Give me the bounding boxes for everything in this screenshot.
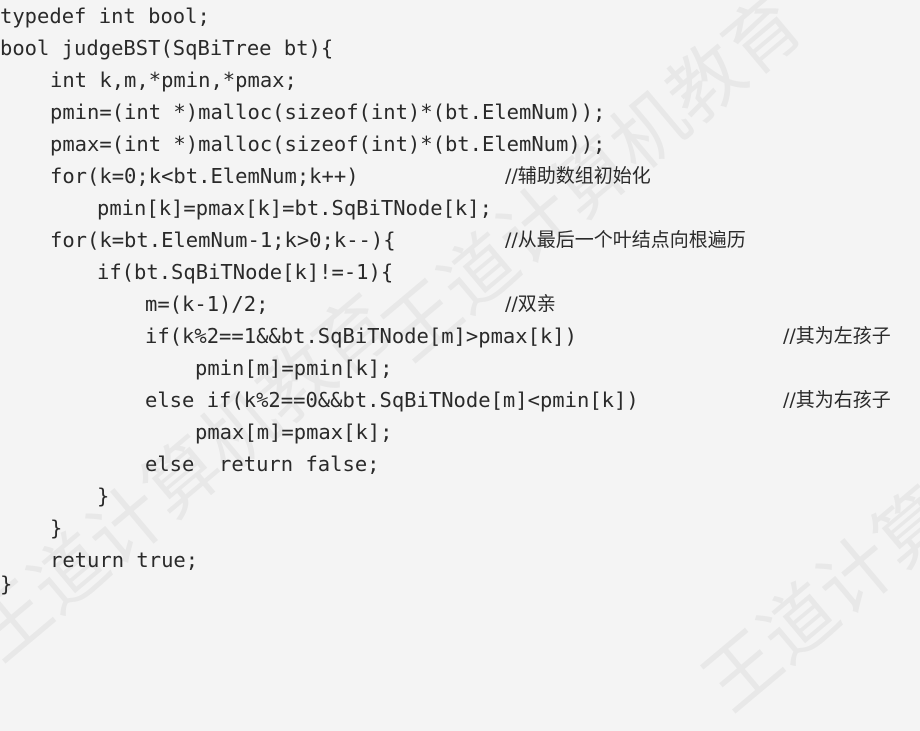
code-text: pmax[m]=pmax[k];	[195, 420, 393, 444]
code-line: pmin=(int *)malloc(sizeof(int)*(bt.ElemN…	[0, 96, 920, 128]
code-text: if(k%2==1&&bt.SqBiTNode[m]>pmax[k])	[145, 324, 577, 348]
code-line: pmax[m]=pmax[k];	[0, 416, 920, 448]
code-text: pmin[k]=pmax[k]=bt.SqBiTNode[k];	[97, 196, 492, 220]
code-text: pmax=(int *)malloc(sizeof(int)*(bt.ElemN…	[50, 132, 606, 156]
code-line: m=(k-1)/2; //双亲	[0, 288, 920, 320]
code-comment: //其为右孩子	[783, 389, 891, 411]
code-line: for(k=bt.ElemNum-1;k>0;k--){ //从最后一个叶结点向…	[0, 224, 920, 256]
code-text: }	[97, 484, 110, 508]
code-text: for(k=0;k<bt.ElemNum;k++)	[50, 164, 359, 188]
code-comment: //其为左孩子	[783, 325, 891, 347]
code-text: else if(k%2==0&&bt.SqBiTNode[m]<pmin[k])	[145, 388, 639, 412]
code-text: m=(k-1)/2;	[145, 292, 269, 316]
code-line: for(k=0;k<bt.ElemNum;k++) //辅助数组初始化	[0, 160, 920, 192]
code-text: bool judgeBST(SqBiTree bt){	[0, 36, 334, 60]
code-comment: //从最后一个叶结点向根遍历	[505, 229, 746, 251]
code-text: }	[0, 572, 13, 596]
code-line: else if(k%2==0&&bt.SqBiTNode[m]<pmin[k])…	[0, 384, 920, 416]
code-line: }	[0, 480, 920, 512]
code-line: }	[0, 568, 920, 600]
code-line: bool judgeBST(SqBiTree bt){	[0, 32, 920, 64]
code-line: int k,m,*pmin,*pmax;	[0, 64, 920, 96]
code-text: pmin=(int *)malloc(sizeof(int)*(bt.ElemN…	[50, 100, 606, 124]
code-text: typedef int bool;	[0, 4, 210, 28]
code-line: if(bt.SqBiTNode[k]!=-1){	[0, 256, 920, 288]
code-line: pmin[k]=pmax[k]=bt.SqBiTNode[k];	[0, 192, 920, 224]
code-text: }	[50, 516, 63, 540]
code-line: if(k%2==1&&bt.SqBiTNode[m]>pmax[k]) //其为…	[0, 320, 920, 352]
code-comment: //双亲	[505, 293, 556, 315]
code-text: else return false;	[145, 452, 380, 476]
code-line: else return false;	[0, 448, 920, 480]
code-line: typedef int bool;	[0, 0, 920, 32]
code-text: for(k=bt.ElemNum-1;k>0;k--){	[50, 228, 396, 252]
code-line: pmax=(int *)malloc(sizeof(int)*(bt.ElemN…	[0, 128, 920, 160]
code-line: }	[0, 512, 920, 544]
code-text: int k,m,*pmin,*pmax;	[50, 68, 297, 92]
code-text: if(bt.SqBiTNode[k]!=-1){	[97, 260, 394, 284]
code-comment: //辅助数组初始化	[505, 165, 651, 187]
code-text: pmin[m]=pmin[k];	[195, 356, 393, 380]
code-line: pmin[m]=pmin[k];	[0, 352, 920, 384]
code-block: typedef int bool; bool judgeBST(SqBiTree…	[0, 0, 920, 600]
